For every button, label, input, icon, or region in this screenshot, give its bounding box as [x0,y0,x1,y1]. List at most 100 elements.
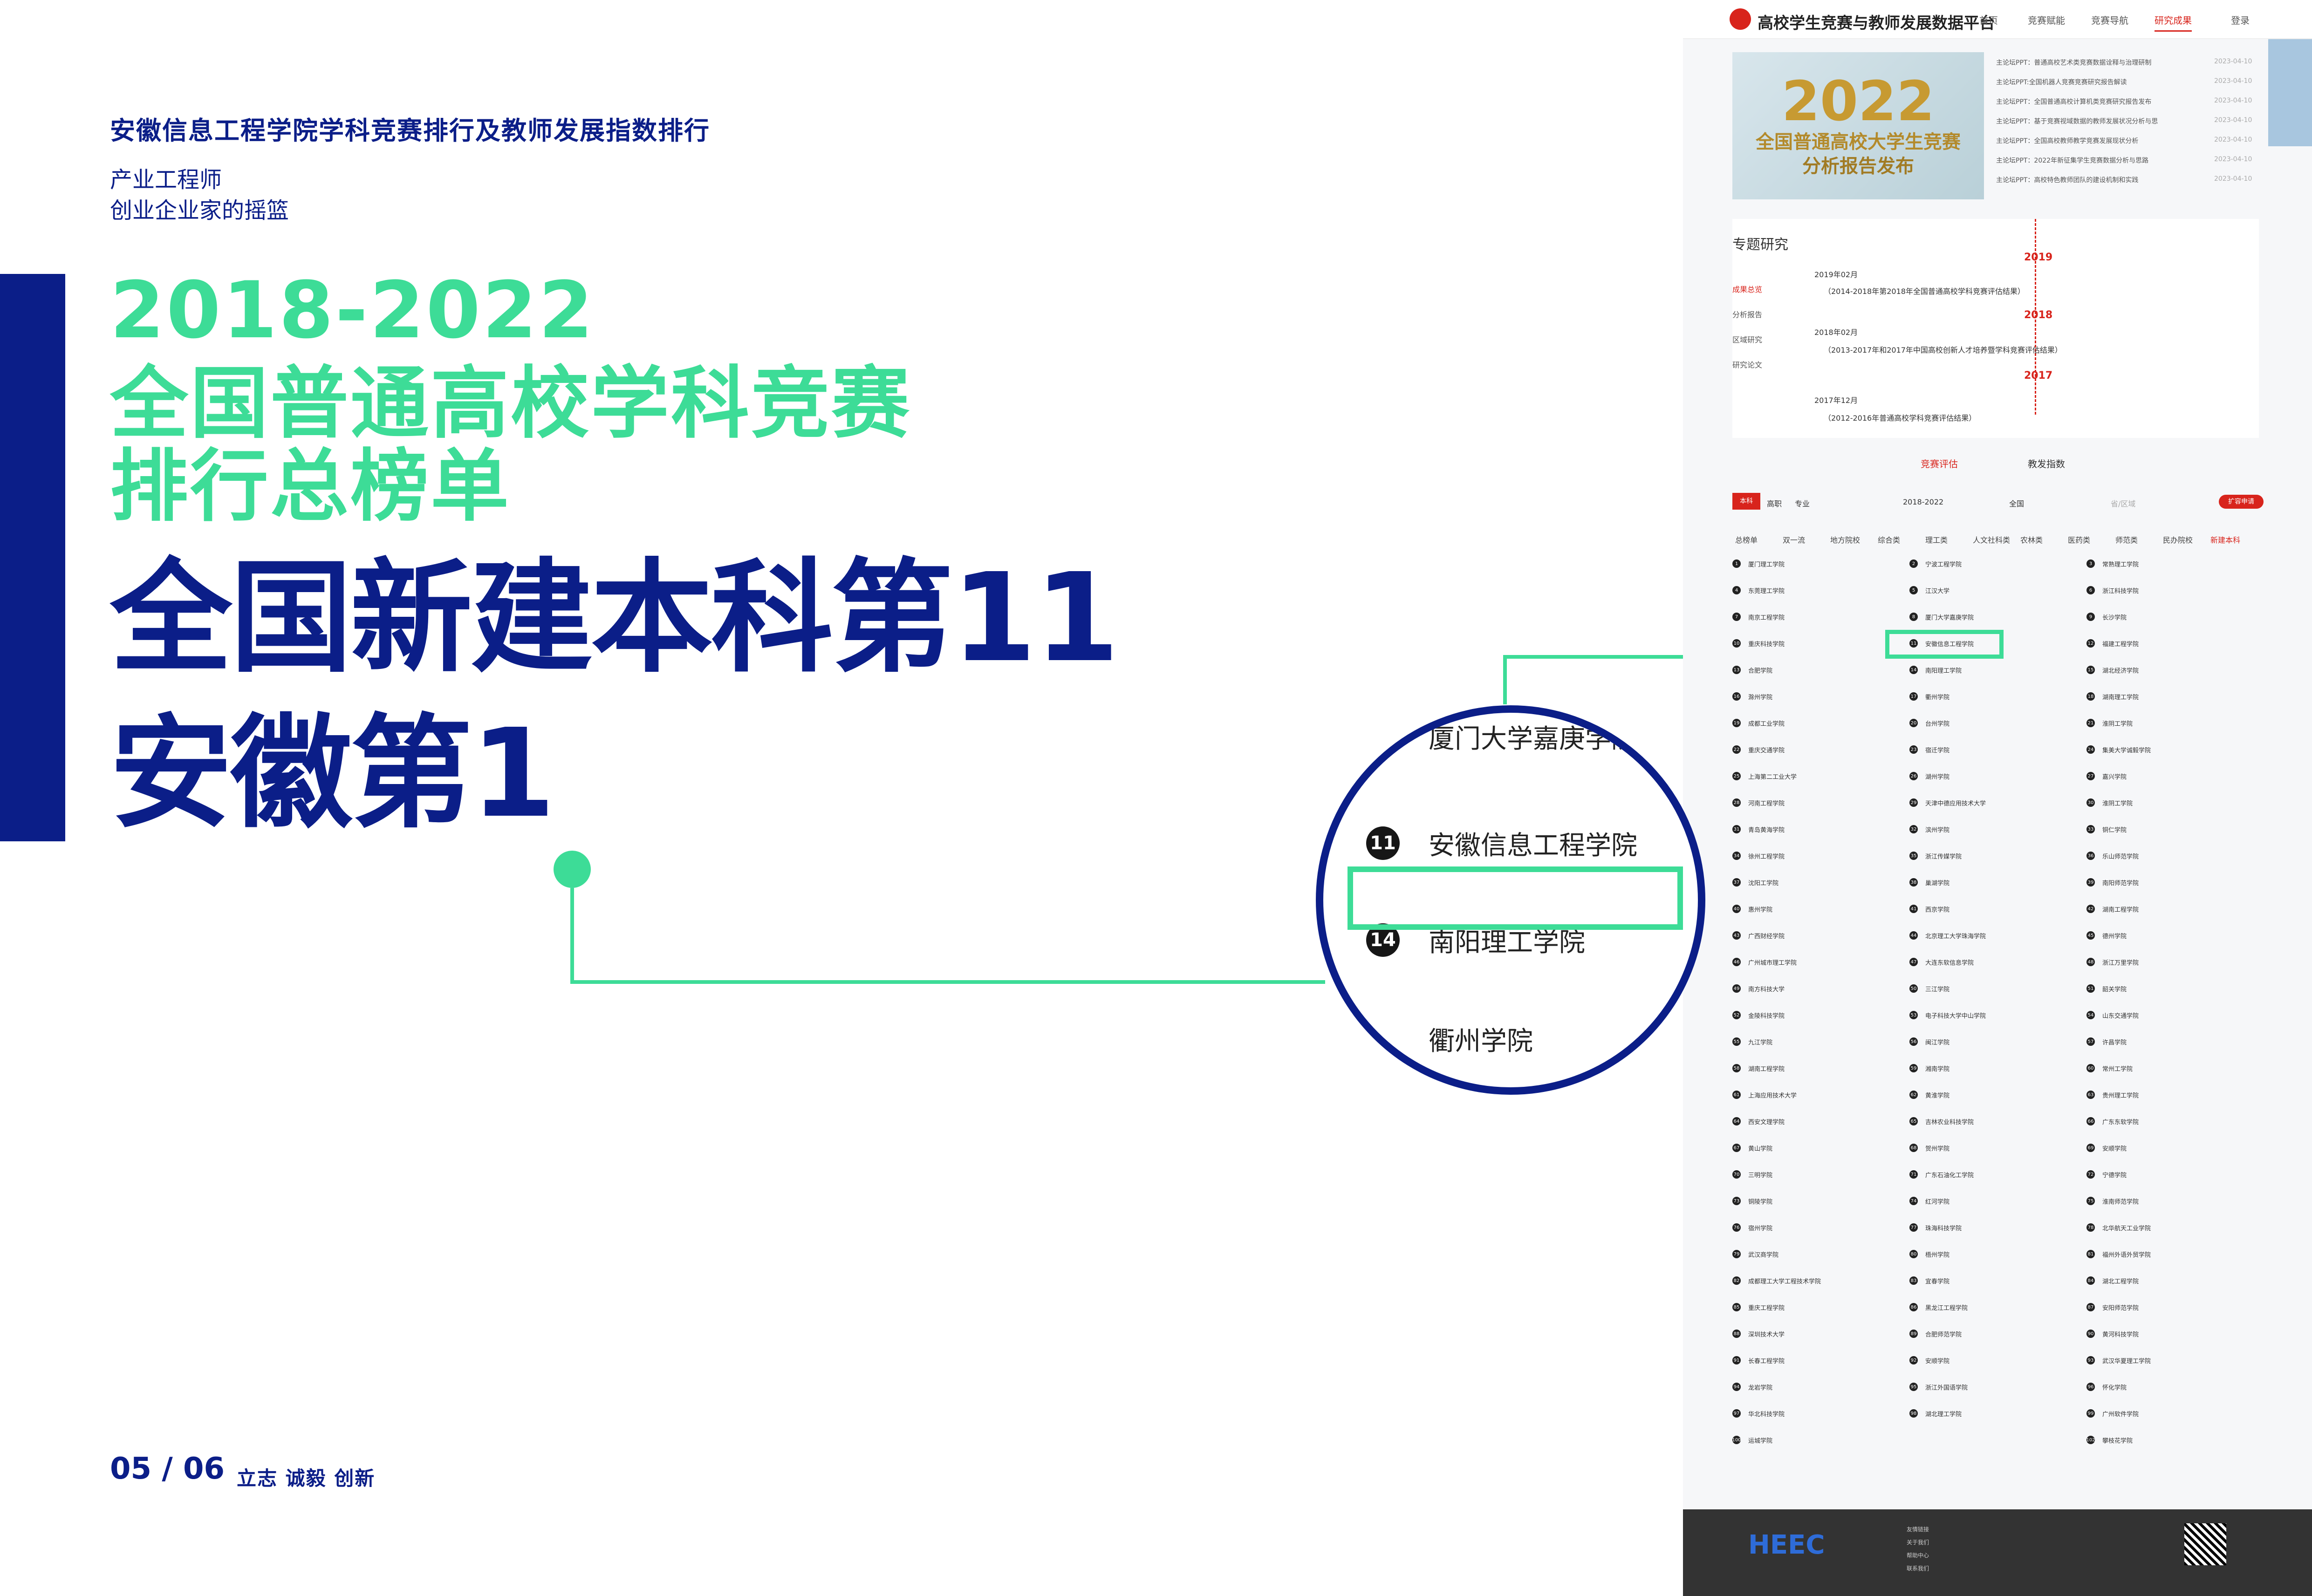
menu-overview[interactable]: 成果总览 [1732,283,1762,294]
table-row[interactable]: 30 淮阴工学院 [2086,796,2209,809]
table-row[interactable]: 76 宿州学院 [1732,1221,1855,1234]
level-major[interactable]: 专业 [1795,498,1810,509]
side-float-panel[interactable] [2268,39,2312,146]
table-row[interactable]: 5 江汉大学 [1909,584,2032,597]
category-tab[interactable]: 民办院校 [2163,534,2193,545]
table-row[interactable]: 98 湖北理工学院 [1909,1407,2032,1420]
table-row[interactable]: 3 常熟理工学院 [2086,557,2209,570]
table-row[interactable]: 90 黄河科技学院 [2086,1327,2209,1340]
table-row[interactable]: 15 湖北经济学院 [2086,663,2209,676]
category-tab[interactable]: 新建本科 [2210,534,2240,545]
table-row[interactable]: 63 贵州理工学院 [2086,1088,2209,1101]
footer-link[interactable]: 关于我们 [1907,1538,1929,1546]
table-row[interactable]: 92 安顺学院 [1909,1354,2032,1367]
table-row[interactable]: 27 嘉兴学院 [2086,770,2209,783]
table-row[interactable]: 53 电子科技大学中山学院 [1909,1009,2032,1022]
nav-empower[interactable]: 竞赛赋能 [2028,13,2065,27]
table-row[interactable]: 48 浙江万里学院 [2086,955,2209,969]
table-row[interactable]: 57 许昌学院 [2086,1035,2209,1048]
table-row[interactable]: 88 深圳技术大学 [1732,1327,1855,1340]
table-row[interactable]: 24 集美大学诚毅学院 [2086,743,2209,756]
table-row[interactable]: 22 重庆交通学院 [1732,743,1855,756]
category-tab[interactable]: 师范类 [2115,534,2138,545]
table-row[interactable]: 44 北京理工大学珠海学院 [1909,929,2032,942]
table-row[interactable]: 87 安阳师范学院 [2086,1301,2209,1314]
table-row[interactable]: 102 攀枝花学院 [2086,1433,2209,1446]
table-row[interactable]: 17 衢州学院 [1909,690,2032,703]
table-row[interactable]: 39 南阳师范学院 [2086,876,2209,889]
table-row[interactable]: 13 合肥学院 [1732,663,1855,676]
table-row[interactable]: 29 天津中德应用技术大学 [1909,796,2032,809]
table-row[interactable]: 99 广州软件学院 [2086,1407,2209,1420]
table-row[interactable]: 46 广州城市理工学院 [1732,955,1855,969]
timeline-text[interactable]: （2013-2017年和2017年中国高校创新人才培养暨学科竞赛评估结果） [1824,344,2062,355]
table-row[interactable]: 94 龙岩学院 [1732,1380,1855,1393]
table-row[interactable]: 18 湖南理工学院 [2086,690,2209,703]
category-tab[interactable]: 理工类 [1925,534,1948,545]
apply-button[interactable]: 扩容申请 [2219,495,2264,509]
table-row[interactable]: 51 韶关学院 [2086,982,2209,995]
table-row[interactable]: 41 西京学院 [1909,902,2032,915]
table-row[interactable]: 31 青岛黄海学院 [1732,823,1855,836]
table-row[interactable]: 4 东莞理工学院 [1732,584,1855,597]
table-row[interactable]: 95 浙江外国语学院 [1909,1380,2032,1393]
nav-home[interactable]: 首页 [1979,13,1998,27]
table-row[interactable]: 54 山东交通学院 [2086,1009,2209,1022]
menu-reports[interactable]: 分析报告 [1732,308,1762,320]
tab-competition-eval[interactable]: 竞赛评估 [1921,457,1958,470]
table-row[interactable]: 23 宿迁学院 [1909,743,2032,756]
table-row[interactable]: 33 铜仁学院 [2086,823,2209,836]
table-row[interactable]: 58 湖南工程学院 [1732,1062,1855,1075]
footer-link[interactable]: 联系我们 [1907,1564,1929,1572]
table-row[interactable]: 26 湖州学院 [1909,770,2032,783]
table-row[interactable]: 70 三明学院 [1732,1168,1855,1181]
table-row[interactable]: 55 九江学院 [1732,1035,1855,1048]
table-row[interactable]: 1 厦门理工学院 [1732,557,1855,570]
table-row[interactable]: 77 珠海科技学院 [1909,1221,2032,1234]
table-row[interactable]: 79 武汉商学院 [1732,1248,1855,1261]
menu-papers[interactable]: 研究论文 [1732,359,1762,370]
table-row[interactable]: 25 上海第二工业大学 [1732,770,1855,783]
table-row[interactable]: 52 金陵科技学院 [1732,1009,1855,1022]
table-row[interactable]: 12 福建工程学院 [2086,637,2209,650]
nav-research[interactable]: 研究成果 [2155,13,2192,32]
table-row[interactable]: 56 闽江学院 [1909,1035,2032,1048]
table-row[interactable]: 45 德州学院 [2086,929,2209,942]
category-tab[interactable]: 地方院校 [1830,534,1860,545]
category-tab[interactable]: 双一流 [1783,534,1805,545]
table-row[interactable]: 35 浙江传媒学院 [1909,849,2032,862]
timeline-text[interactable]: （2012-2016年普通高校学科竞赛评估结果） [1824,412,1976,423]
table-row[interactable]: 75 淮南师范学院 [2086,1194,2209,1207]
news-item[interactable]: 主论坛PPT：普通高校艺术类竞赛数据诠释与治理研制 [1996,58,2151,67]
table-row[interactable]: 37 沈阳工学院 [1732,876,1855,889]
table-row[interactable]: 59 湘南学院 [1909,1062,2032,1075]
table-row[interactable]: 69 安顺学院 [2086,1141,2209,1154]
table-row[interactable]: 61 上海应用技术大学 [1732,1088,1855,1101]
footer-link[interactable]: 帮助中心 [1907,1551,1929,1559]
table-row[interactable]: 28 河南工程学院 [1732,796,1855,809]
table-row[interactable]: 71 广东石油化工学院 [1909,1168,2032,1181]
table-row[interactable]: 65 吉林农业科技学院 [1909,1115,2032,1128]
news-item[interactable]: 主论坛PPT:全国机器人竞赛竞赛研究报告解读 [1996,77,2127,87]
table-row[interactable]: 9 长沙学院 [2086,610,2209,623]
table-row[interactable]: 14 南阳理工学院 [1909,663,2032,676]
table-row[interactable]: 47 大连东软信息学院 [1909,955,2032,969]
table-row[interactable]: 68 贺州学院 [1909,1141,2032,1154]
filter-region[interactable]: 全国 [2009,498,2024,509]
tab-teacher-index[interactable]: 教发指数 [2028,457,2065,470]
category-tab[interactable]: 人文社科类 [1973,534,2010,545]
nav-guide[interactable]: 竞赛导航 [2091,13,2128,27]
table-row[interactable]: 32 滨州学院 [1909,823,2032,836]
table-row[interactable]: 81 福州外语外贸学院 [2086,1248,2209,1261]
level-vocational[interactable]: 高职 [1767,498,1782,509]
table-row[interactable]: 50 三江学院 [1909,982,2032,995]
category-tab[interactable]: 总榜单 [1735,534,1758,545]
table-row[interactable]: 73 铜陵学院 [1732,1194,1855,1207]
table-row[interactable]: 38 巢湖学院 [1909,876,2032,889]
table-row[interactable]: 67 黄山学院 [1732,1141,1855,1154]
table-row[interactable]: 93 武汉华夏理工学院 [2086,1354,2209,1367]
table-row[interactable]: 64 西安文理学院 [1732,1115,1855,1128]
table-row[interactable]: 60 常州工学院 [2086,1062,2209,1075]
news-item[interactable]: 主论坛PPT：全国高校教师教学竞赛发展现状分析 [1996,136,2138,145]
news-item[interactable]: 主论坛PPT：高校特色教师团队的建设机制和实践 [1996,175,2138,184]
